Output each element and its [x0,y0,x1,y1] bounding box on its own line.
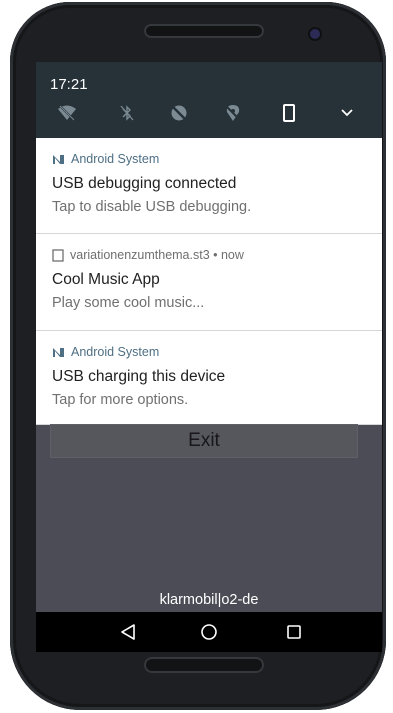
notification-cool-music-app[interactable]: variationenzumthema.st3 • now Cool Music… [36,234,382,331]
status-time: 17:21 [50,76,88,93]
home-icon[interactable] [197,620,221,644]
notification-text: Play some cool music... [52,295,205,311]
notification-header: Android System [52,152,159,166]
notification-text: Tap for more options. [52,392,189,408]
notification-header: variationenzumthema.st3 • now [52,248,244,262]
phone-screen: 17:21 Android System USB debugging conne… [36,62,382,652]
notification-shade-header: 17:21 [36,62,382,138]
earpiece-speaker [144,24,264,38]
notification-app-name: variationenzumthema.st3 • now [70,248,244,262]
front-camera [310,29,320,39]
notification-text: Tap to disable USB debugging. [52,199,252,215]
phone-frame: 17:21 Android System USB debugging conne… [10,2,386,710]
notification-title: Cool Music App [52,271,160,288]
carrier-label: klarmobil|o2-de [159,592,259,608]
notification-usb-debugging[interactable]: Android System USB debugging connected T… [36,138,382,234]
back-icon[interactable] [116,620,140,644]
navigation-bar [36,612,382,652]
notification-app-name: Android System [71,345,160,359]
location-off-icon[interactable] [222,102,244,124]
portrait-rotation-icon[interactable] [278,102,300,124]
notification-header: Android System [52,345,159,359]
android-system-icon [52,154,65,165]
bottom-speaker [144,657,264,673]
expand-chevron-icon[interactable] [336,102,358,124]
notification-title: USB charging this device [52,368,226,385]
quick-settings-row [36,98,382,130]
notification-usb-charging[interactable]: Android System USB charging this device … [36,331,382,425]
android-system-icon [52,347,65,358]
wifi-off-icon[interactable] [56,102,78,124]
notification-app-name: Android System [71,152,160,166]
phone-app-icon [52,248,64,262]
notification-title: USB debugging connected [52,175,237,192]
exit-button[interactable]: Exit [50,424,358,458]
bluetooth-off-icon[interactable] [116,102,138,124]
do-not-disturb-icon[interactable] [168,102,190,124]
recents-icon[interactable] [282,620,306,644]
